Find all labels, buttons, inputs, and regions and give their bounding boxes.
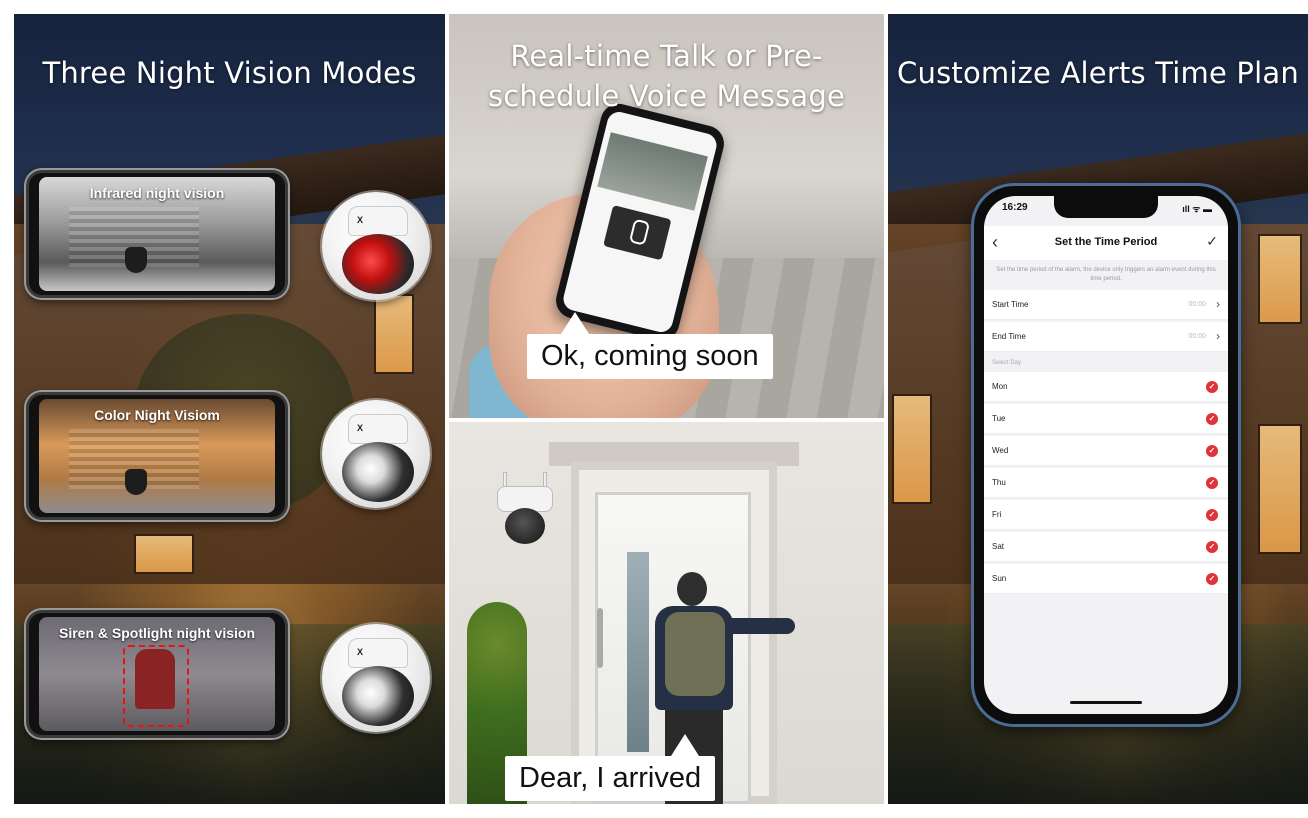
camera-siren-icon: X <box>322 624 430 732</box>
siren-mode-phone: Siren & Spotlight night vision <box>26 610 288 738</box>
color-preview: Color Night Visiom <box>39 399 275 513</box>
microphone-icon <box>603 205 672 261</box>
home-indicator <box>1070 701 1142 704</box>
camera-logo: X <box>357 423 364 433</box>
camera-logo: X <box>357 215 364 225</box>
title-line-1: Real-time Talk or Pre- <box>510 39 823 73</box>
infrared-mode-phone: Infrared night vision <box>26 170 288 298</box>
camera-head: X <box>348 414 408 444</box>
camera-head: X <box>348 206 408 236</box>
house-window <box>1258 234 1302 324</box>
schedule-screen: 16:29 ıll ᯤ ▬ ‹ Set the Time Period ✓ Se… <box>984 196 1228 714</box>
nav-bar: ‹ Set the Time Period ✓ <box>984 226 1228 260</box>
live-video <box>597 132 708 211</box>
two-way-talk-panel: Real-time Talk or Pre- schedule Voice Me… <box>449 14 884 418</box>
start-time-label: Start Time <box>992 300 1029 309</box>
day-row-fri[interactable]: Fri ✓ <box>984 500 1228 530</box>
night-vision-panel: Three Night Vision Modes Infrared night … <box>14 14 445 804</box>
schedule-phone: 16:29 ıll ᯤ ▬ ‹ Set the Time Period ✓ Se… <box>974 186 1238 724</box>
camera-head: X <box>348 638 408 668</box>
product-collage: Three Night Vision Modes Infrared night … <box>0 0 1308 818</box>
check-icon: ✓ <box>1206 573 1218 585</box>
doorstep-panel: Dear, I arrived <box>449 422 884 804</box>
infrared-preview: Infrared night vision <box>39 177 275 291</box>
day-row-wed[interactable]: Wed ✓ <box>984 436 1228 466</box>
end-time-value: 00:00 <box>1188 333 1206 340</box>
title-line-2: schedule Voice Message <box>487 79 846 113</box>
day-row-sun[interactable]: Sun ✓ <box>984 564 1228 594</box>
day-row-sat[interactable]: Sat ✓ <box>984 532 1228 562</box>
color-mode-phone: Color Night Visiom <box>26 392 288 520</box>
house-window <box>374 294 414 374</box>
house-window <box>892 394 932 504</box>
speech-bubble: Ok, coming soon <box>527 334 773 379</box>
hint-text: Set the time period of the alarm, the de… <box>996 267 1216 282</box>
alert-schedule-panel: Customize Alerts Time Plan 16:29 ıll ᯤ ▬… <box>888 14 1308 804</box>
detection-box <box>123 645 189 727</box>
panel-title: Customize Alerts Time Plan <box>897 56 1299 90</box>
select-day-label: Select Day <box>992 360 1022 366</box>
mode-label: Color Night Visiom <box>94 407 220 423</box>
day-name: Sun <box>992 574 1007 583</box>
day-row-thu[interactable]: Thu ✓ <box>984 468 1228 498</box>
wall-camera-icon <box>497 472 553 548</box>
check-icon: ✓ <box>1206 381 1218 393</box>
day-row-mon[interactable]: Mon ✓ <box>984 372 1228 402</box>
check-icon: ✓ <box>1206 541 1218 553</box>
speech-tail <box>561 312 589 334</box>
check-icon: ✓ <box>1206 445 1218 457</box>
chevron-right-icon: › <box>1216 297 1220 311</box>
house-window <box>134 534 194 574</box>
check-icon: ✓ <box>1206 509 1218 521</box>
panel-title: Three Night Vision Modes <box>42 56 417 90</box>
day-name: Thu <box>992 478 1006 487</box>
start-time-row[interactable]: Start Time 00:00 › <box>984 290 1228 320</box>
house-window <box>1258 424 1302 554</box>
camera-infrared-icon: X <box>322 192 430 300</box>
status-icons: ıll ᯤ ▬ <box>1182 204 1212 214</box>
phone-notch <box>1054 196 1158 218</box>
mode-label: Infrared night vision <box>89 185 225 201</box>
day-name: Mon <box>992 382 1008 391</box>
camera-dome <box>342 234 414 294</box>
siren-preview: Siren & Spotlight night vision <box>39 617 275 731</box>
speech-bubble: Dear, I arrived <box>505 756 716 801</box>
motorcycle <box>125 469 147 495</box>
camera-dome <box>342 442 414 502</box>
camera-dome <box>342 666 414 726</box>
mode-label: Siren & Spotlight night vision <box>59 625 255 641</box>
check-icon: ✓ <box>1206 413 1218 425</box>
day-name: Sat <box>992 542 1005 551</box>
day-row-tue[interactable]: Tue ✓ <box>984 404 1228 434</box>
start-time-value: 00:00 <box>1188 301 1206 308</box>
day-name: Tue <box>992 414 1006 423</box>
camera-logo: X <box>357 647 364 657</box>
status-time: 16:29 <box>1002 202 1028 213</box>
day-name: Fri <box>992 510 1002 519</box>
end-time-row[interactable]: End Time 00:00 › <box>984 322 1228 352</box>
confirm-check-icon[interactable]: ✓ <box>1206 233 1218 250</box>
chevron-right-icon: › <box>1216 329 1220 343</box>
check-icon: ✓ <box>1206 477 1218 489</box>
speech-tail <box>671 734 699 756</box>
backpack <box>665 612 725 696</box>
nav-title: Set the Time Period <box>1054 236 1158 248</box>
panel-title: Real-time Talk or Pre- schedule Voice Me… <box>449 36 884 116</box>
door-handle <box>597 608 603 668</box>
end-time-label: End Time <box>992 332 1026 341</box>
day-name: Wed <box>992 446 1009 455</box>
motorcycle <box>125 247 147 273</box>
camera-spotlight-icon: X <box>322 400 430 508</box>
